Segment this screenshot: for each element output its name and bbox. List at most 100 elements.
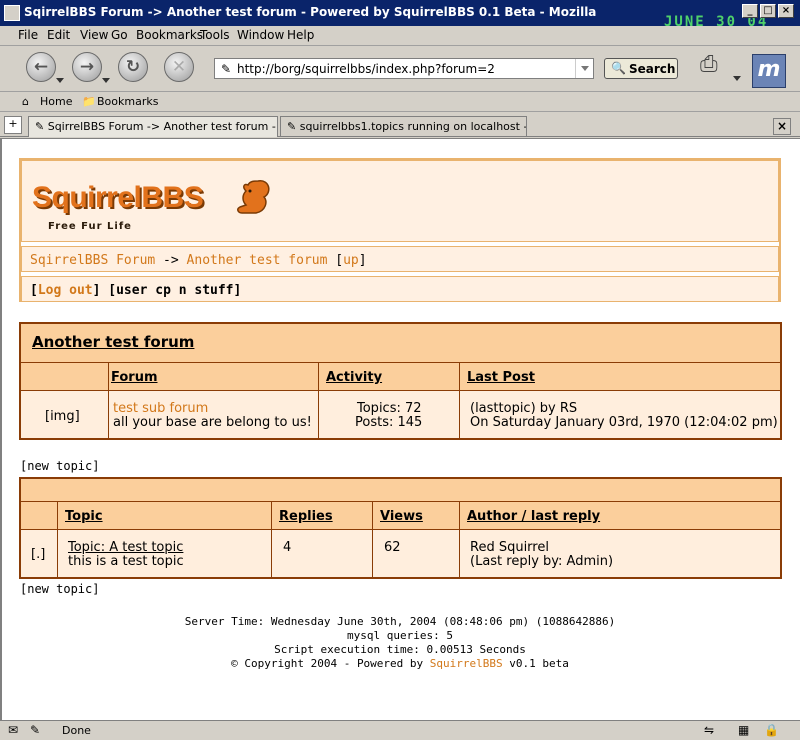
page-footer: Server Time: Wednesday June 30th, 2004 (… xyxy=(2,615,798,671)
copyright: © Copyright 2004 - Powered by SquirrelBB… xyxy=(231,657,569,670)
logout-link[interactable]: Log out xyxy=(38,283,93,298)
title-bar: SqirrelBBS Forum -> Another test forum -… xyxy=(0,0,800,30)
brand-logo: SquirrelBBS xyxy=(32,181,204,214)
last-reply-author: (Last reply by: Admin) xyxy=(470,554,614,569)
composer-icon[interactable]: ✎ xyxy=(30,723,40,737)
topic-table: Topic Replies Views Author / last reply … xyxy=(19,477,782,579)
home-icon: ⌂ xyxy=(22,95,29,108)
breadcrumb: SqirrelBBS Forum -> Another test forum [… xyxy=(21,246,779,272)
back-arrow-icon: ← xyxy=(33,57,49,77)
minimize-button[interactable]: _ xyxy=(742,4,758,18)
url-dropdown-button[interactable] xyxy=(575,59,593,78)
menu-file[interactable]: File xyxy=(18,28,38,42)
menu-bar: File Edit View Go Bookmarks Tools Window… xyxy=(0,26,800,46)
menu-go[interactable]: Go xyxy=(111,28,128,42)
status-bar: ✉ ✎ Done ⇋ ▦ 🔒 xyxy=(0,720,800,740)
topics-count: Topics: 72 xyxy=(357,401,422,416)
last-post-topic: (lasttopic) by RS xyxy=(470,401,578,416)
menu-bookmarks[interactable]: Bookmarks xyxy=(136,28,203,42)
execution-time: Script execution time: 0.00513 Seconds xyxy=(274,643,526,656)
tab-label: SqirrelBBS Forum -> Another test forum -… xyxy=(47,120,278,133)
topic-description: this is a test topic xyxy=(68,554,184,569)
reload-icon: ↻ xyxy=(125,57,141,77)
up-link[interactable]: up xyxy=(343,253,359,268)
page-content: SquirrelBBS Free Fur Life SqirrelBBS For… xyxy=(0,138,800,720)
mail-icon[interactable]: ✉ xyxy=(8,723,18,737)
window-title: SqirrelBBS Forum -> Another test forum -… xyxy=(24,5,597,19)
tab-page-icon: ✎ xyxy=(35,120,48,133)
status-text: Done xyxy=(62,724,91,737)
forum-table-title[interactable]: Another test forum xyxy=(32,333,194,351)
breadcrumb-current-link[interactable]: Another test forum xyxy=(187,253,328,268)
new-topic-link-bottom[interactable]: [new topic] xyxy=(20,582,99,596)
new-tab-icon[interactable]: + xyxy=(4,116,22,134)
tab-topics[interactable]: ✎ squirrelbbs1.topics running on localho… xyxy=(280,116,527,137)
url-bar[interactable]: ✎ http://borg/squirrelbbs/index.php?foru… xyxy=(214,58,594,79)
forward-dropdown-icon[interactable] xyxy=(102,78,110,83)
replies-count: 4 xyxy=(283,540,292,555)
breadcrumb-separator: -> xyxy=(155,253,187,268)
topic-link[interactable]: Topic: A test topic xyxy=(68,540,183,555)
column-author[interactable]: Author / last reply xyxy=(467,509,600,524)
topic-author: Red Squirrel xyxy=(470,540,549,555)
search-icon: 🔍 xyxy=(611,61,626,75)
personal-toolbar: ⌂ Home 📁 Bookmarks xyxy=(0,92,800,112)
bookmarks-link[interactable]: Bookmarks xyxy=(97,95,158,108)
forward-button[interactable]: → xyxy=(72,52,102,82)
server-time: Server Time: Wednesday June 30th, 2004 (… xyxy=(184,615,616,628)
print-dropdown-icon[interactable] xyxy=(733,76,741,81)
connection-icon: ⇋ xyxy=(704,723,715,737)
column-replies[interactable]: Replies xyxy=(279,509,333,524)
back-dropdown-icon[interactable] xyxy=(56,78,64,83)
usercp-link[interactable]: [user cp n stuff] xyxy=(108,283,241,298)
chevron-down-icon xyxy=(581,66,589,71)
page-icon: ✎ xyxy=(221,62,232,76)
menu-tools[interactable]: Tools xyxy=(200,28,230,42)
new-topic-link-top[interactable]: [new topic] xyxy=(20,459,99,473)
logo-area: SquirrelBBS Free Fur Life xyxy=(21,160,779,242)
back-button[interactable]: ← xyxy=(26,52,56,82)
column-last-post[interactable]: Last Post xyxy=(467,370,535,385)
last-post-date: On Saturday January 03rd, 1970 (12:04:02… xyxy=(470,415,778,430)
close-button[interactable]: × xyxy=(778,4,794,18)
popup-icon: ▦ xyxy=(738,723,750,737)
tab-page-icon: ✎ xyxy=(287,120,300,133)
column-activity[interactable]: Activity xyxy=(326,370,382,385)
views-count: 62 xyxy=(384,540,401,555)
column-topic[interactable]: Topic xyxy=(65,509,103,524)
posts-count: Posts: 145 xyxy=(355,415,423,430)
print-icon[interactable]: ⎙ xyxy=(700,52,730,80)
menu-edit[interactable]: Edit xyxy=(47,28,70,42)
column-views[interactable]: Views xyxy=(380,509,423,524)
forum-description: all your base are belong to us! xyxy=(113,415,312,430)
menu-help[interactable]: Help xyxy=(287,28,314,42)
maximize-button[interactable]: □ xyxy=(760,4,776,18)
security-lock-icon: 🔒 xyxy=(764,723,779,737)
navigation-toolbar: ← → ↻ ✕ ✎ http://borg/squirrelbbs/index.… xyxy=(0,46,800,92)
menu-view[interactable]: View xyxy=(80,28,108,42)
menu-window[interactable]: Window xyxy=(237,28,284,42)
home-link[interactable]: Home xyxy=(40,95,72,108)
search-label: Search xyxy=(629,62,676,76)
column-forum[interactable]: Forum xyxy=(111,370,158,385)
tab-forum[interactable]: ✎ SqirrelBBS Forum -> Another test forum… xyxy=(28,116,278,137)
tab-label: squirrelbbs1.topics running on localhost… xyxy=(299,120,527,133)
forum-header: SquirrelBBS Free Fur Life SqirrelBBS For… xyxy=(19,158,781,302)
folder-icon: 📁 xyxy=(82,95,96,108)
forum-table: Another test forum Forum Activity Last P… xyxy=(19,322,782,440)
url-text[interactable]: http://borg/squirrelbbs/index.php?forum=… xyxy=(237,62,495,76)
squirrel-icon xyxy=(237,180,270,214)
close-tab-icon[interactable]: × xyxy=(773,118,791,135)
topic-status-icon: [.] xyxy=(31,547,46,562)
mysql-queries: mysql queries: 5 xyxy=(347,629,453,642)
reload-button[interactable]: ↻ xyxy=(118,52,148,82)
tab-bar: + ✎ SqirrelBBS Forum -> Another test for… xyxy=(0,113,800,137)
sub-forum-link[interactable]: test sub forum xyxy=(113,401,208,416)
breadcrumb-home-link[interactable]: SqirrelBBS Forum xyxy=(30,253,155,268)
stop-button[interactable]: ✕ xyxy=(164,52,194,82)
squirrelbbs-link[interactable]: SquirrelBBS xyxy=(430,657,503,670)
search-button[interactable]: 🔍 Search xyxy=(604,58,678,79)
mozilla-logo: m xyxy=(752,54,786,88)
app-icon xyxy=(4,5,20,21)
tagline: Free Fur Life xyxy=(48,221,132,232)
